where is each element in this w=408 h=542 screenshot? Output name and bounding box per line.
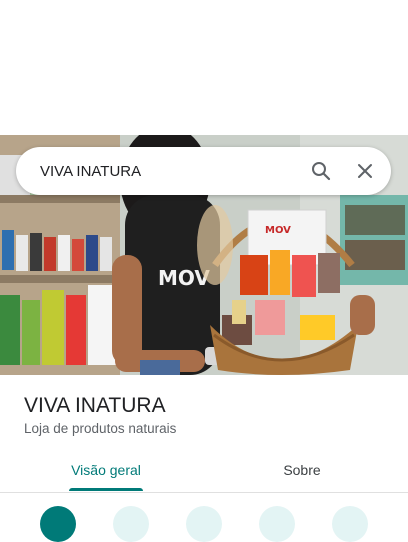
- share-button[interactable]: [332, 506, 368, 542]
- search-icon[interactable]: [299, 149, 343, 193]
- tab-overview[interactable]: Visão geral: [56, 448, 156, 492]
- save-button[interactable]: [186, 506, 222, 542]
- close-icon[interactable]: [343, 149, 387, 193]
- place-title: VIVA INATURA: [24, 394, 166, 417]
- place-tabs: Visão geral Sobre: [0, 448, 408, 493]
- start-button[interactable]: [113, 506, 149, 542]
- basket-tag: MOV: [265, 225, 291, 236]
- directions-button[interactable]: [40, 506, 76, 542]
- place-category: Loja de produtos naturais: [24, 421, 177, 436]
- search-input[interactable]: VIVA INATURA: [40, 163, 299, 180]
- tab-about[interactable]: Sobre: [252, 448, 352, 492]
- nearby-button[interactable]: [259, 506, 295, 542]
- search-bar[interactable]: VIVA INATURA: [16, 147, 391, 195]
- map-blank-area: [0, 0, 408, 135]
- active-tab-indicator: [69, 488, 143, 491]
